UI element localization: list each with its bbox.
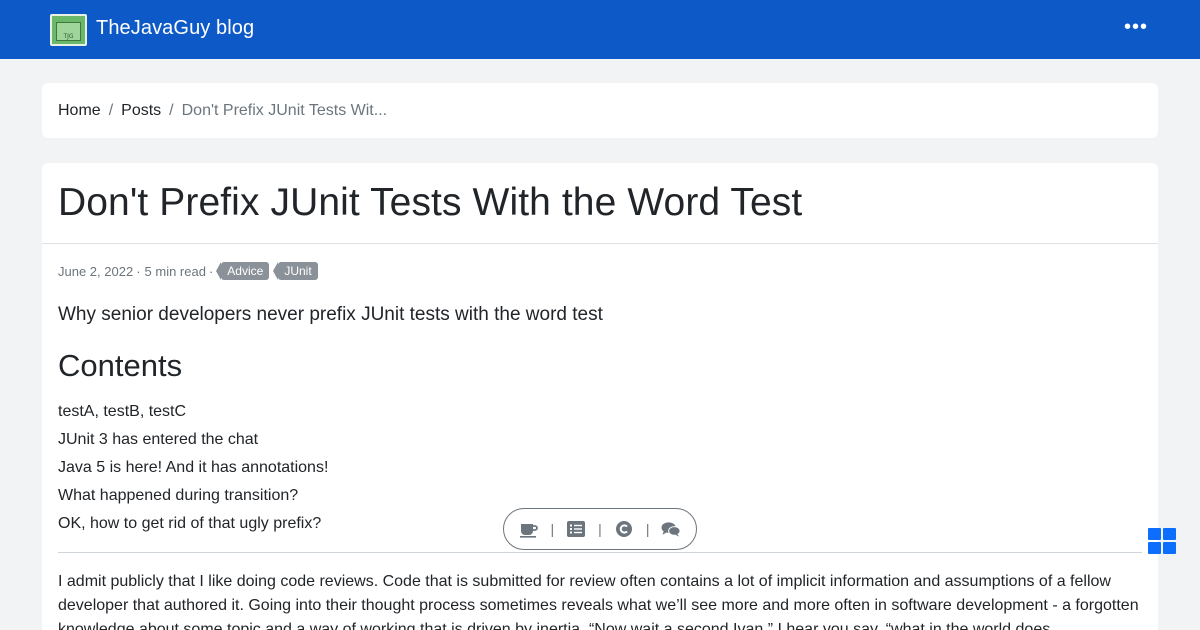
breadcrumb-home-link[interactable]: Home	[58, 102, 101, 120]
article-title: Don't Prefix JUnit Tests With the Word T…	[58, 181, 803, 224]
comments-icon[interactable]	[661, 519, 681, 539]
article-card: Don't Prefix JUnit Tests With the Word T…	[42, 163, 1158, 630]
breadcrumb-posts-link[interactable]: Posts	[121, 102, 161, 120]
breadcrumb-current: Don't Prefix JUnit Tests Wit...	[181, 101, 388, 119]
floating-toolbar: | | |	[503, 508, 697, 550]
toc-item[interactable]: What happened during transition?	[58, 486, 328, 514]
logo-text: TJG	[63, 33, 74, 40]
site-logo-icon[interactable]: TJG	[50, 14, 87, 46]
breadcrumb-separator: /	[108, 101, 114, 119]
windows-grid-icon[interactable]	[1148, 528, 1176, 554]
title-divider	[42, 243, 1158, 244]
toc-item[interactable]: JUnit 3 has entered the chat	[58, 430, 328, 458]
toc-item[interactable]: testA, testB, testC	[58, 402, 328, 430]
article-lead: Why senior developers never prefix JUnit…	[58, 304, 603, 325]
toolbar-separator: |	[645, 521, 650, 537]
breadcrumb-separator: /	[169, 101, 174, 119]
contents-heading: Contents	[58, 348, 183, 383]
article-date: June 2, 2022	[58, 263, 134, 279]
article-meta: June 2, 2022 · 5 min read · Advice JUnit	[58, 261, 318, 281]
copyright-icon[interactable]	[614, 519, 634, 539]
more-menu-icon[interactable]: •••	[1124, 17, 1148, 38]
contents-divider	[58, 552, 1142, 553]
tag-junit[interactable]: JUnit	[273, 262, 318, 280]
list-icon[interactable]	[566, 519, 586, 539]
toc-item[interactable]: OK, how to get rid of that ugly prefix?	[58, 514, 328, 542]
toolbar-separator: |	[598, 521, 602, 537]
toolbar-separator: |	[550, 521, 555, 537]
table-of-contents: testA, testB, testC JUnit 3 has entered …	[58, 402, 328, 542]
tag-advice[interactable]: Advice	[216, 262, 270, 280]
meta-dot: ·	[136, 263, 141, 279]
coffee-icon[interactable]	[519, 519, 539, 539]
article-paragraph: I admit publicly that I like doing code …	[58, 573, 1139, 630]
toc-item[interactable]: Java 5 is here! And it has annotations!	[58, 458, 328, 486]
meta-dot: ·	[208, 263, 214, 279]
top-navbar: TJG TheJavaGuy blog •••	[0, 0, 1200, 59]
article-read-time: 5 min read	[144, 263, 206, 279]
breadcrumb: Home / Posts / Don't Prefix JUnit Tests …	[42, 83, 1158, 138]
site-brand-link[interactable]: TheJavaGuy blog	[96, 17, 254, 40]
